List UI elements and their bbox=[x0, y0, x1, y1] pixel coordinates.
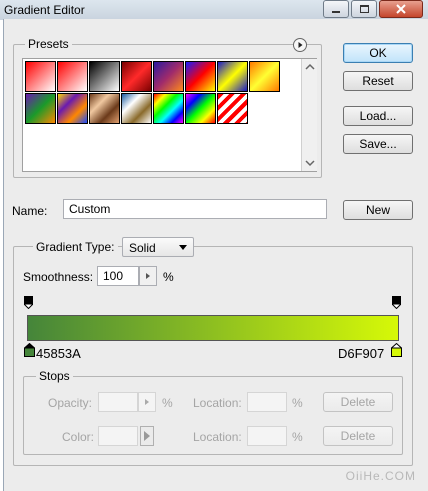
smoothness-unit: % bbox=[163, 270, 174, 284]
color-label: Color: bbox=[62, 430, 95, 444]
scroll-down-icon[interactable] bbox=[303, 158, 317, 168]
ok-button[interactable]: OK bbox=[343, 43, 413, 63]
maximize-button[interactable] bbox=[351, 0, 377, 18]
preset-swatch-copper[interactable] bbox=[89, 93, 120, 124]
scroll-up-icon[interactable] bbox=[303, 62, 317, 72]
new-button[interactable]: New bbox=[343, 200, 413, 220]
minimize-button[interactable] bbox=[323, 0, 349, 18]
delete-opacity-stop-button[interactable]: Delete bbox=[323, 392, 393, 412]
arrow-right-icon bbox=[144, 431, 150, 441]
opacity-unit: % bbox=[162, 396, 173, 410]
preset-swatch-violet-orange[interactable] bbox=[153, 61, 184, 92]
chevron-down-icon bbox=[179, 245, 187, 250]
color-picker-button[interactable] bbox=[140, 426, 154, 446]
gradient-type-value: Solid bbox=[129, 241, 156, 255]
preset-swatch-transparent-stripes[interactable] bbox=[217, 93, 248, 124]
gradient-type-label: Gradient Type: bbox=[33, 240, 118, 254]
delete-color-stop-button[interactable]: Delete bbox=[323, 426, 393, 446]
load-button[interactable]: Load... bbox=[343, 106, 413, 126]
close-button[interactable] bbox=[379, 0, 423, 18]
arrow-right-icon bbox=[145, 399, 149, 405]
preset-swatch-foreground-to-transparent[interactable] bbox=[57, 61, 88, 92]
preset-swatch-spectrum[interactable] bbox=[153, 93, 184, 124]
arrow-right-icon bbox=[146, 273, 150, 279]
play-arrow-icon bbox=[298, 42, 303, 48]
save-button[interactable]: Save... bbox=[343, 134, 413, 154]
preset-swatch-orange-yellow-orange[interactable] bbox=[249, 61, 280, 92]
preset-swatch-foreground-to-background[interactable] bbox=[25, 61, 56, 92]
name-input[interactable]: Custom bbox=[63, 199, 327, 219]
start-color-label: 45853A bbox=[36, 346, 81, 361]
close-icon bbox=[396, 4, 406, 14]
color-location-unit: % bbox=[292, 430, 303, 444]
presets-menu-button[interactable] bbox=[293, 38, 307, 52]
opacity-location-unit: % bbox=[292, 396, 303, 410]
opacity-stop-left[interactable] bbox=[24, 296, 33, 309]
color-stop-right[interactable] bbox=[391, 343, 402, 357]
presets-label: Presets bbox=[25, 37, 72, 51]
color-stop-left[interactable] bbox=[24, 343, 35, 357]
preset-swatch-transparent-rainbow[interactable] bbox=[185, 93, 216, 124]
watermark: OiiHe.COM bbox=[345, 469, 416, 483]
preset-swatch-black-white[interactable] bbox=[89, 61, 120, 92]
preset-swatch-blue-red-yellow[interactable] bbox=[185, 61, 216, 92]
reset-button[interactable]: Reset bbox=[343, 71, 413, 91]
maximize-icon bbox=[359, 5, 369, 13]
opacity-slider-button[interactable] bbox=[138, 392, 156, 412]
opacity-label: Opacity: bbox=[48, 396, 93, 410]
window-title: Gradient Editor bbox=[4, 3, 85, 17]
opacity-input[interactable] bbox=[98, 392, 138, 412]
smoothness-label: Smoothness: bbox=[23, 270, 94, 284]
minimize-icon bbox=[332, 11, 340, 13]
preset-swatch-violet-green-orange[interactable] bbox=[25, 93, 56, 124]
smoothness-input[interactable]: 100 bbox=[97, 266, 139, 286]
gradient-preview-bar[interactable] bbox=[27, 315, 399, 341]
end-color-label: D6F907 bbox=[338, 346, 385, 361]
name-label: Name: bbox=[12, 204, 48, 218]
gradient-type-select[interactable]: Solid bbox=[122, 237, 194, 257]
opacity-location-input[interactable] bbox=[247, 392, 287, 412]
presets-list[interactable] bbox=[22, 58, 317, 172]
preset-swatch-blue-yellow-blue[interactable] bbox=[217, 61, 248, 92]
preset-swatch-red-dark[interactable] bbox=[121, 61, 152, 92]
title-bar: Gradient Editor bbox=[0, 0, 428, 20]
color-swatch[interactable] bbox=[98, 426, 138, 446]
preset-swatch-yellow-violet-orange-blue[interactable] bbox=[57, 93, 88, 124]
stops-label: Stops bbox=[36, 369, 73, 383]
color-location-label: Location: bbox=[193, 430, 242, 444]
smoothness-slider-button[interactable] bbox=[139, 266, 157, 286]
opacity-stop-right[interactable] bbox=[392, 296, 401, 309]
presets-scrollbar[interactable] bbox=[301, 59, 317, 171]
color-location-input[interactable] bbox=[247, 426, 287, 446]
preset-swatch-chrome[interactable] bbox=[121, 93, 152, 124]
opacity-location-label: Location: bbox=[193, 396, 242, 410]
